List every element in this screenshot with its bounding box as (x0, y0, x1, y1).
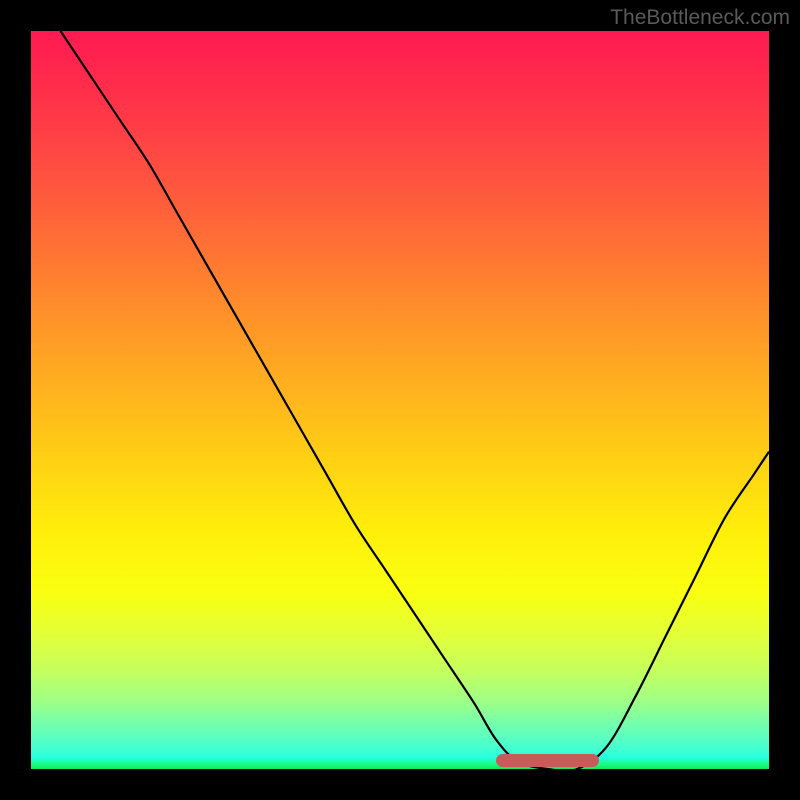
watermark-text: TheBottleneck.com (610, 6, 790, 30)
bottleneck-curve (61, 31, 769, 769)
optimal-range-marker (496, 754, 599, 767)
chart-curve-svg (31, 31, 769, 769)
chart-plot-area (31, 31, 769, 769)
